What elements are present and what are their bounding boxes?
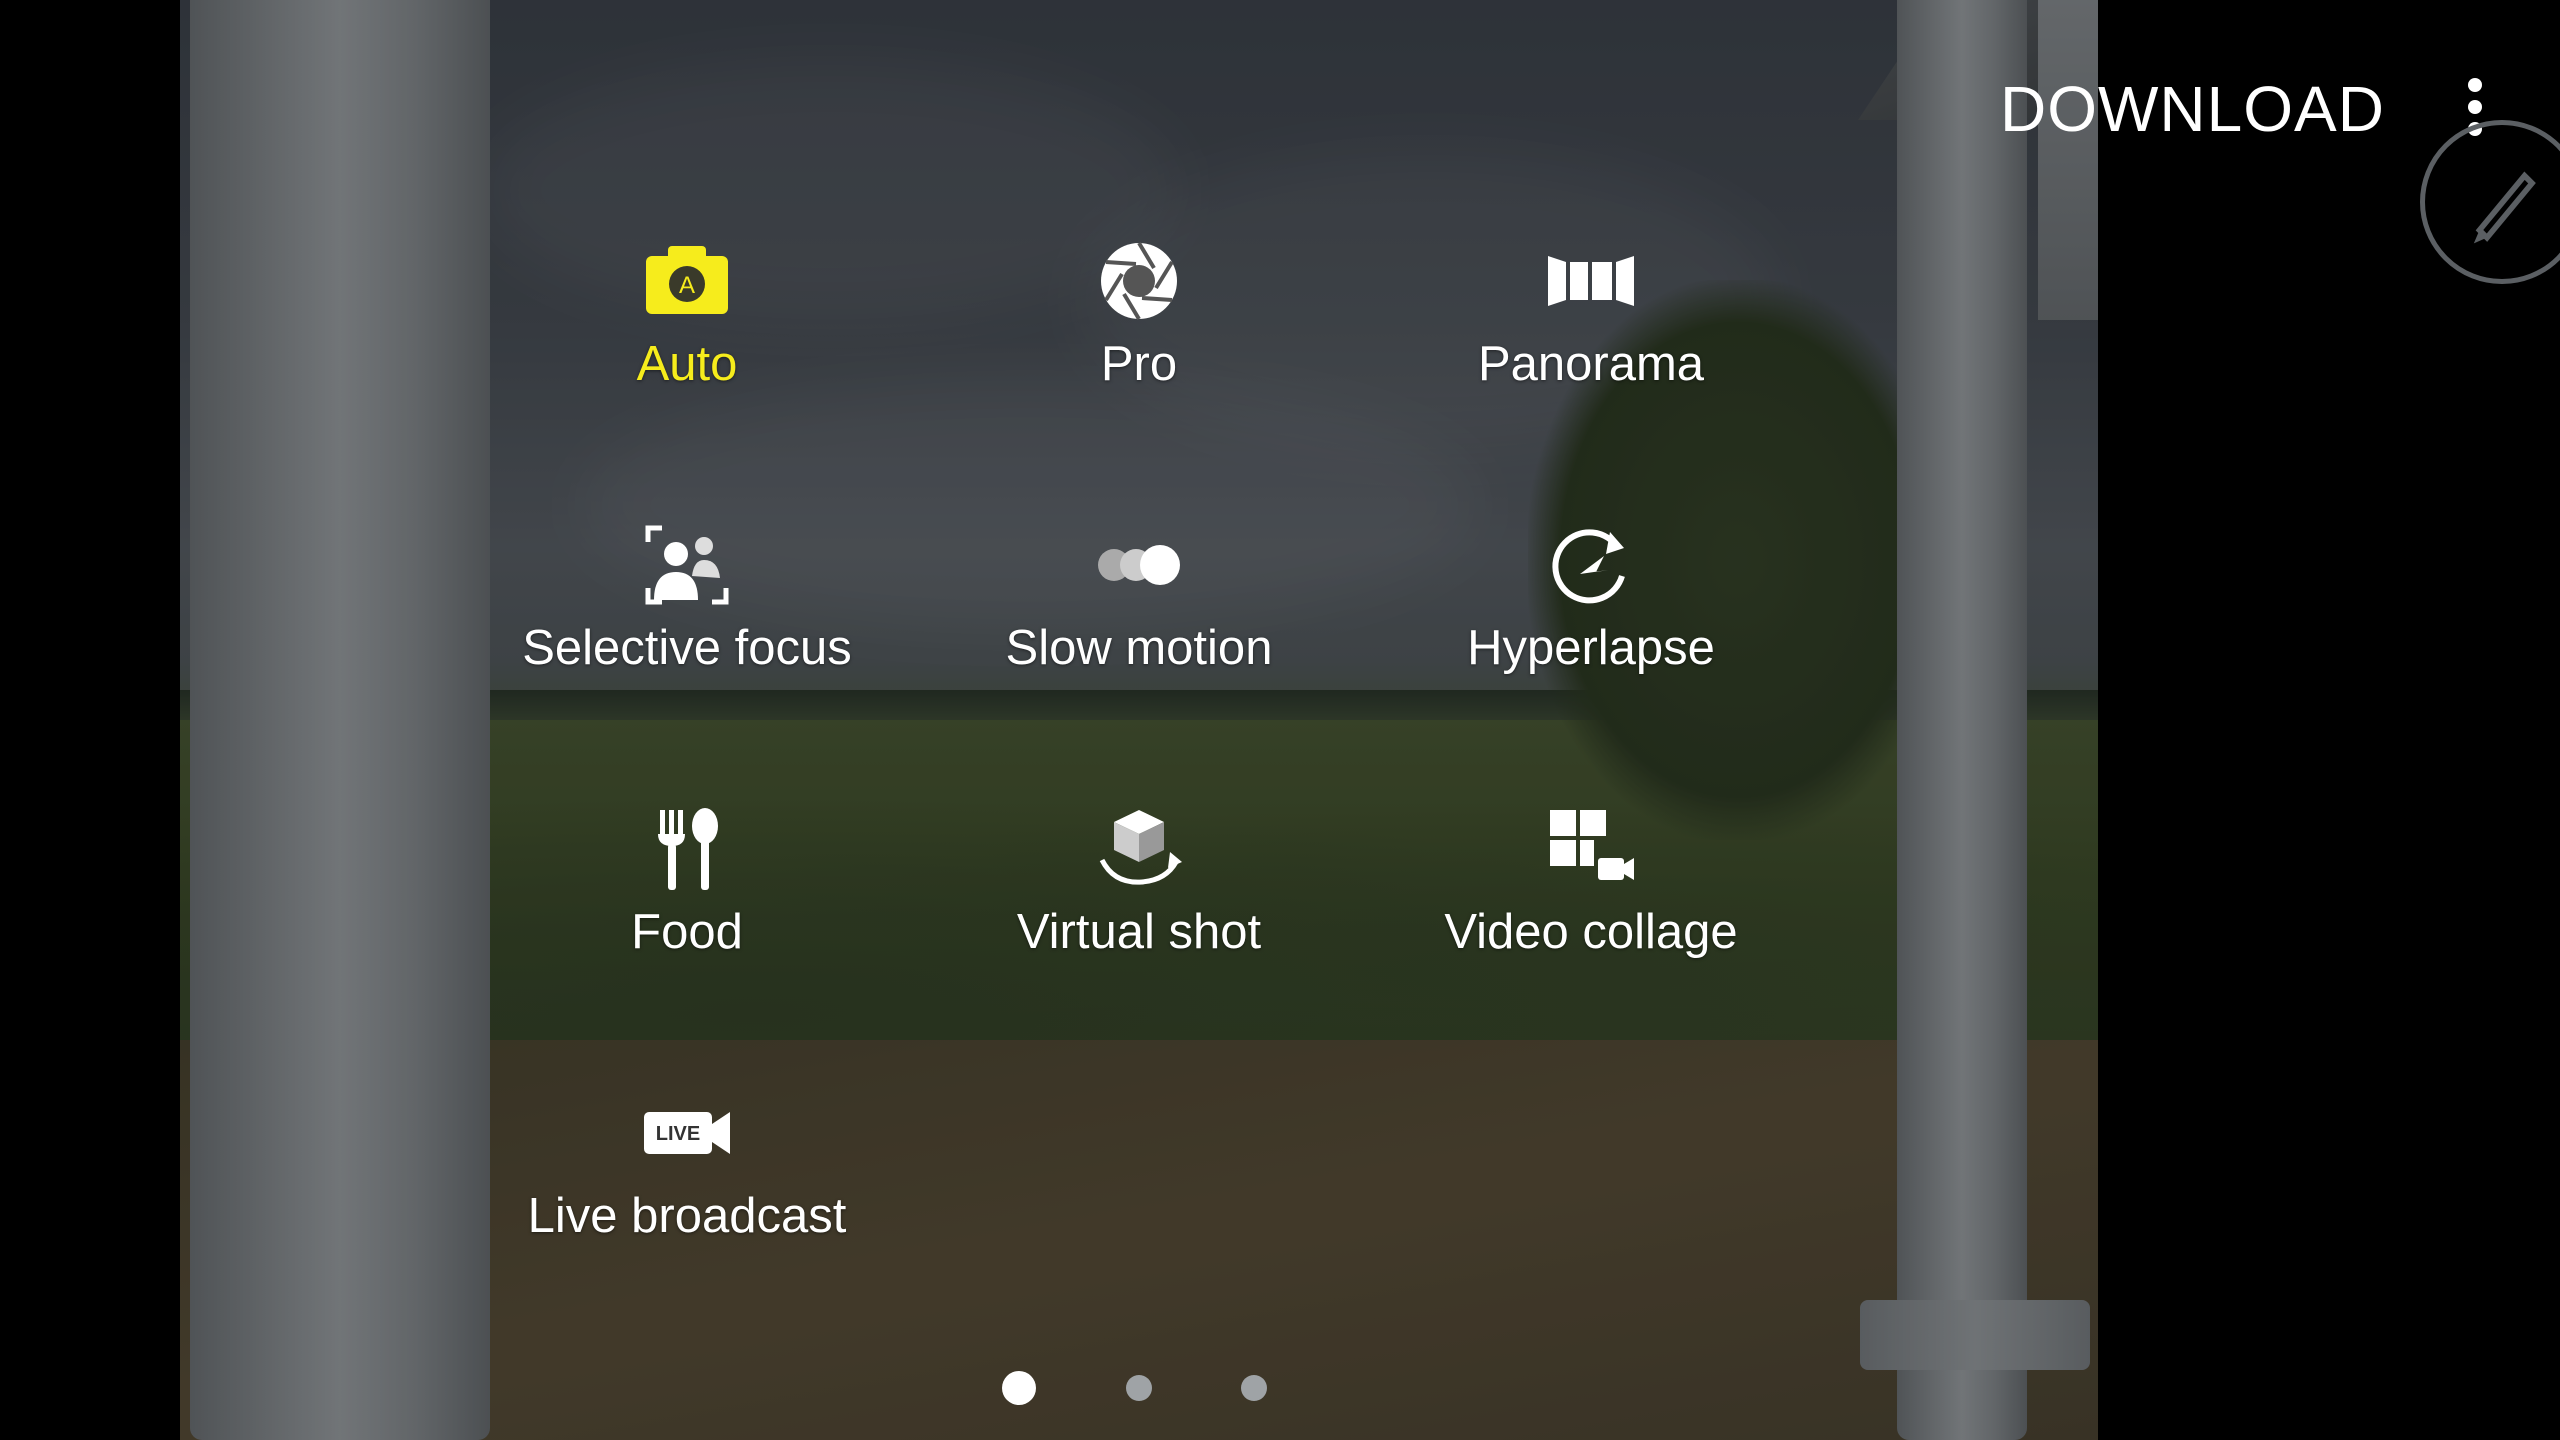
- slow-motion-icon: [1094, 520, 1184, 610]
- mode-label: Live broadcast: [527, 1189, 847, 1243]
- mode-virtual-shot[interactable]: Virtual shot: [913, 804, 1365, 1004]
- video-collage-icon: [1546, 804, 1636, 894]
- page-dot[interactable]: [1241, 1375, 1267, 1401]
- mode-label: Food: [631, 905, 743, 959]
- mode-label: Hyperlapse: [1467, 621, 1715, 675]
- page-indicator: [1000, 1371, 1300, 1405]
- svg-text:A: A: [679, 272, 695, 299]
- panorama-icon: [1546, 236, 1636, 326]
- mode-label: Auto: [636, 337, 738, 391]
- selective-focus-icon: [642, 520, 732, 610]
- food-icon: [642, 804, 732, 894]
- mode-food[interactable]: Food: [461, 804, 913, 1004]
- mode-label: Selective focus: [522, 621, 852, 675]
- mode-video-collage[interactable]: Video collage: [1365, 804, 1817, 1004]
- mode-label: Panorama: [1477, 337, 1705, 391]
- hyperlapse-icon: [1546, 520, 1636, 610]
- mode-label: Video collage: [1444, 905, 1738, 959]
- virtual-shot-icon: [1094, 804, 1184, 894]
- live-broadcast-icon: LIVE: [642, 1088, 732, 1178]
- mode-label: Slow motion: [1005, 621, 1273, 675]
- camera-auto-icon: A: [642, 236, 732, 326]
- mode-pro[interactable]: Pro: [913, 236, 1365, 436]
- camera-mode-grid: A Auto Pro Panorama Selective focus Slow…: [180, 0, 2098, 1440]
- mode-panorama[interactable]: Panorama: [1365, 236, 1817, 436]
- mode-hyperlapse[interactable]: Hyperlapse: [1365, 520, 1817, 720]
- mode-label: Pro: [1100, 337, 1178, 391]
- pen-icon[interactable]: [2420, 120, 2560, 284]
- aperture-icon: [1094, 236, 1184, 326]
- page-dot-active[interactable]: [1002, 1371, 1036, 1405]
- live-icon-text: LIVE: [656, 1123, 700, 1145]
- mode-label: Virtual shot: [1016, 905, 1262, 959]
- mode-selective-focus[interactable]: Selective focus: [461, 520, 913, 720]
- page-dot[interactable]: [1126, 1375, 1152, 1401]
- mode-auto[interactable]: A Auto: [461, 236, 913, 436]
- mode-live-broadcast[interactable]: LIVE Live broadcast: [461, 1088, 913, 1288]
- mode-slow-motion[interactable]: Slow motion: [913, 520, 1365, 720]
- download-button[interactable]: DOWNLOAD: [2000, 72, 2385, 146]
